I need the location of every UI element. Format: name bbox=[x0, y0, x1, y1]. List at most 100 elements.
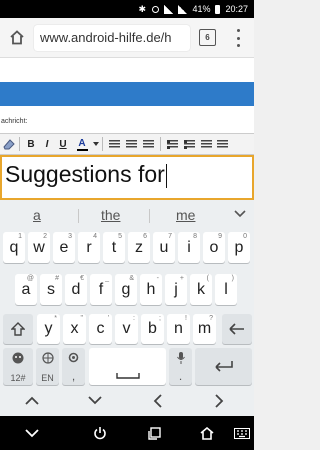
comma-label: , bbox=[71, 369, 76, 383]
cursor-up-icon[interactable] bbox=[25, 396, 39, 405]
key-hint: 2 bbox=[43, 233, 47, 240]
key-hint: 7 bbox=[168, 233, 172, 240]
numbered-list-icon[interactable] bbox=[167, 139, 178, 149]
align-left-icon[interactable] bbox=[109, 139, 120, 149]
backspace-key[interactable] bbox=[222, 314, 252, 344]
enter-key[interactable] bbox=[195, 348, 252, 385]
key-hint: : bbox=[133, 315, 135, 322]
key-l[interactable]: l) bbox=[215, 274, 237, 305]
tab-switcher-button[interactable]: 6 bbox=[199, 29, 216, 46]
key-label: d bbox=[71, 280, 81, 298]
key-t[interactable]: t5 bbox=[103, 232, 125, 263]
key-z[interactable]: z6 bbox=[128, 232, 150, 263]
key-label: p bbox=[234, 238, 244, 256]
bullet-list-icon[interactable] bbox=[184, 139, 195, 149]
dropdown-arrow-icon[interactable] bbox=[93, 142, 99, 146]
globe-icon bbox=[41, 352, 54, 364]
suggestion-1[interactable]: a bbox=[33, 207, 41, 223]
backspace-icon bbox=[229, 323, 244, 335]
key-hint: " bbox=[80, 315, 84, 322]
key-hint: @ bbox=[26, 275, 34, 282]
italic-button[interactable]: I bbox=[39, 135, 55, 153]
recent-apps-button[interactable] bbox=[146, 425, 162, 441]
page-header-band bbox=[0, 82, 254, 106]
shift-key[interactable] bbox=[3, 314, 33, 344]
key-label: f bbox=[98, 280, 104, 298]
space-key[interactable] bbox=[89, 348, 166, 385]
key-p[interactable]: p0 bbox=[228, 232, 250, 263]
settings-icon bbox=[68, 352, 79, 363]
key-u[interactable]: u7 bbox=[153, 232, 175, 263]
overflow-menu-button[interactable] bbox=[232, 29, 244, 47]
text-color-swatch bbox=[76, 148, 88, 151]
language-label: EN bbox=[41, 373, 54, 383]
home-icon bbox=[200, 426, 214, 440]
key-j[interactable]: j + bbox=[165, 274, 187, 305]
key-hint: - bbox=[156, 275, 159, 282]
editor-text-line: Suggestions for bbox=[5, 161, 168, 188]
alarm-icon bbox=[152, 5, 160, 13]
home-button[interactable] bbox=[2, 18, 32, 58]
key-y[interactable]: y * bbox=[37, 314, 60, 344]
keyboard-switch-button[interactable] bbox=[234, 425, 250, 441]
indent-icon[interactable] bbox=[217, 139, 228, 149]
key-label: e bbox=[59, 238, 69, 256]
text-color-label: A bbox=[78, 137, 86, 149]
key-x[interactable]: x " bbox=[63, 314, 86, 344]
align-right-icon[interactable] bbox=[143, 139, 154, 149]
underline-button[interactable]: U bbox=[55, 135, 71, 153]
key-label: z bbox=[135, 238, 143, 256]
symbols-key[interactable]: 12# bbox=[3, 348, 33, 385]
eraser-icon[interactable] bbox=[2, 137, 16, 151]
cursor-down-icon[interactable] bbox=[88, 396, 102, 405]
key-q[interactable]: q1 bbox=[3, 232, 25, 263]
text-color-button[interactable]: A bbox=[71, 135, 93, 153]
bluetooth-icon: ✱ bbox=[138, 3, 146, 14]
key-label: n bbox=[174, 320, 183, 337]
chevron-down-icon[interactable] bbox=[234, 210, 246, 218]
key-v[interactable]: v: bbox=[115, 314, 138, 344]
menu-dot bbox=[236, 44, 240, 47]
key-hint: & bbox=[129, 275, 134, 282]
key-n[interactable]: n! bbox=[167, 314, 190, 344]
key-hint: _ bbox=[105, 275, 109, 282]
suggestion-2[interactable]: the bbox=[101, 207, 120, 223]
key-i[interactable]: i8 bbox=[178, 232, 200, 263]
screen: ✱ 41% 20:27 www.android-hilfe.de/h 6 ach… bbox=[0, 0, 254, 450]
key-f[interactable]: f _ bbox=[90, 274, 112, 305]
key-d[interactable]: d € bbox=[65, 274, 87, 305]
key-hint: ; bbox=[159, 315, 161, 322]
key-o[interactable]: o9 bbox=[203, 232, 225, 263]
address-bar[interactable]: www.android-hilfe.de/h bbox=[34, 25, 190, 51]
key-s[interactable]: s # bbox=[40, 274, 62, 305]
status-bar: ✱ 41% 20:27 bbox=[0, 0, 254, 18]
message-editor[interactable]: Suggestions for bbox=[0, 155, 254, 200]
key-w[interactable]: w2 bbox=[28, 232, 50, 263]
period-key[interactable]: . bbox=[169, 348, 192, 385]
hide-keyboard-button[interactable] bbox=[24, 425, 40, 441]
key-m[interactable]: m? bbox=[193, 314, 216, 344]
power-button[interactable] bbox=[92, 425, 108, 441]
key-a[interactable]: a @ bbox=[15, 274, 37, 305]
suggestion-3[interactable]: me bbox=[176, 207, 195, 223]
bold-button[interactable]: B bbox=[23, 135, 39, 153]
toolbar-divider bbox=[19, 137, 20, 151]
key-k[interactable]: k( bbox=[190, 274, 212, 305]
menu-dot bbox=[236, 36, 240, 40]
suggestion-strip: a the me bbox=[0, 200, 254, 230]
chevron-down-icon bbox=[25, 428, 39, 437]
align-center-icon[interactable] bbox=[126, 139, 137, 149]
comma-key[interactable]: , bbox=[62, 348, 85, 385]
outdent-icon[interactable] bbox=[201, 139, 212, 149]
home-nav-button[interactable] bbox=[199, 425, 215, 441]
key-b[interactable]: b; bbox=[141, 314, 164, 344]
cursor-right-icon[interactable] bbox=[215, 394, 224, 408]
key-hint: € bbox=[80, 275, 84, 282]
key-h[interactable]: h- bbox=[140, 274, 162, 305]
key-g[interactable]: g & bbox=[115, 274, 137, 305]
key-c[interactable]: c ' bbox=[89, 314, 112, 344]
cursor-left-icon[interactable] bbox=[153, 394, 162, 408]
key-r[interactable]: r4 bbox=[78, 232, 100, 263]
language-key[interactable]: EN bbox=[36, 348, 59, 385]
key-e[interactable]: e3 bbox=[53, 232, 75, 263]
